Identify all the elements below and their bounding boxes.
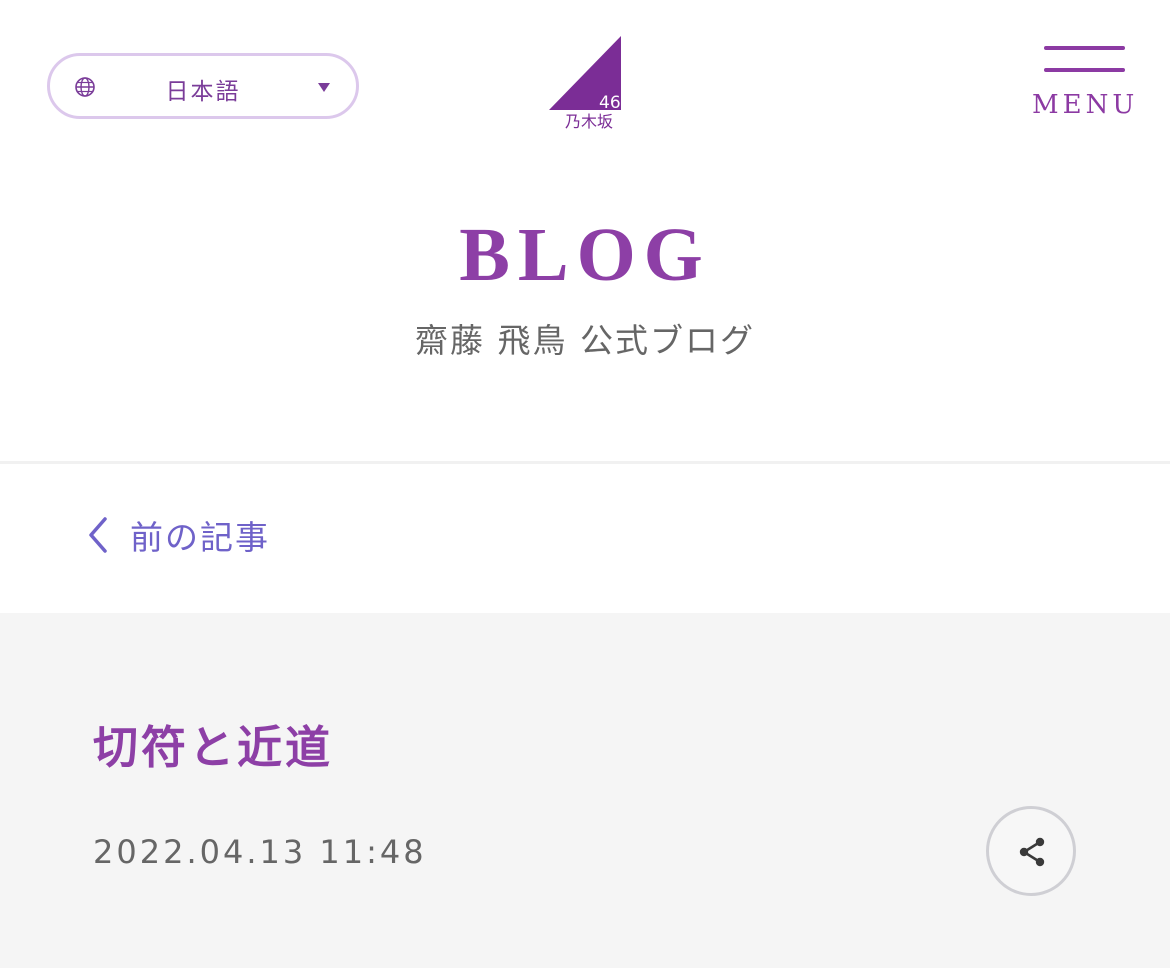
divider <box>0 461 1170 464</box>
menu-label: MENU <box>1032 90 1139 120</box>
nogizaka46-logo[interactable]: 46 乃木坂 <box>545 34 625 130</box>
language-selector[interactable]: 日本語 <box>47 53 359 119</box>
article-header: 切符と近道 2022.04.13 11:48 <box>0 613 1170 968</box>
share-icon <box>1019 837 1045 867</box>
logo-name: 乃木坂 <box>565 112 613 130</box>
language-label: 日本語 <box>165 79 241 105</box>
page-title: BLOG <box>459 213 711 297</box>
article-date: 2022.04.13 11:48 <box>93 833 427 871</box>
hamburger-icon-bar <box>1044 68 1125 72</box>
logo-number: 46 <box>599 93 621 113</box>
menu-button[interactable]: MENU <box>1032 44 1136 124</box>
chevron-left-icon <box>89 517 107 553</box>
prev-article-link[interactable]: 前の記事 <box>86 510 270 560</box>
prev-article-label: 前の記事 <box>130 518 270 557</box>
caret-down-icon <box>318 83 330 92</box>
article-title: 切符と近道 <box>93 721 334 774</box>
site-header: 日本語 46 乃木坂 MENU <box>0 0 1170 160</box>
hamburger-icon <box>1044 46 1125 50</box>
page-subtitle: 齋藤 飛鳥 公式ブログ <box>415 321 755 360</box>
share-button[interactable] <box>986 806 1076 896</box>
